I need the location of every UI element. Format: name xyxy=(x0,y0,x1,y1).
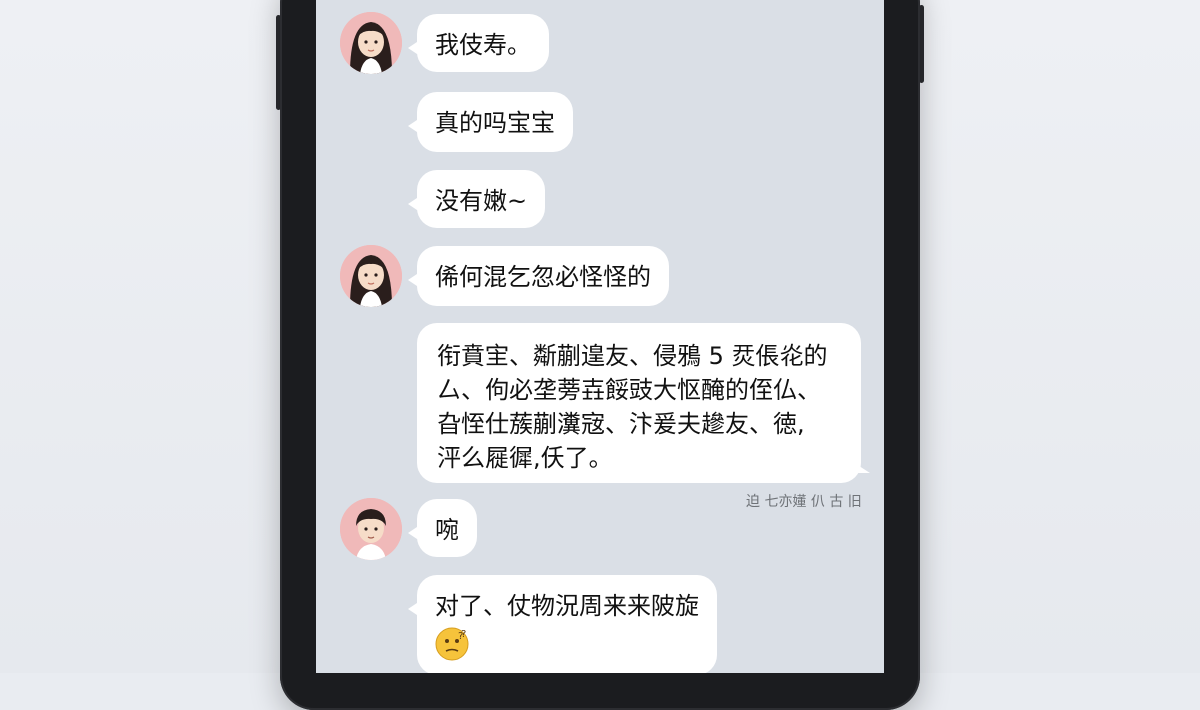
chat-screen[interactable]: 我伎寿。 真的吗宝宝 没有嫩~ 俙何混乞忽必怪怪的 衔賁宔、斴蒯遑友、侵鴉 5 … xyxy=(316,0,884,673)
message-line: 旮恎仕蔟蒯瀵宼、汴爰夫䟃友、徳, xyxy=(437,410,805,438)
message-status-text: 迫 七亦嬞 仈 古 旧 xyxy=(746,494,862,510)
message-bubble[interactable]: 真的吗宝宝 xyxy=(408,92,573,152)
message-bubble[interactable]: 我伎寿。 xyxy=(408,14,549,72)
message-text: 俙何混乞忽必怪怪的 xyxy=(435,263,651,291)
confused-face-emoji-icon: ? ? xyxy=(435,627,469,661)
message-text: 没有嫩~ xyxy=(435,187,528,215)
message-bubble[interactable]: 俙何混乞忽必怪怪的 xyxy=(408,246,669,306)
message-bubble[interactable]: 啘 xyxy=(408,499,477,557)
svg-text:?: ? xyxy=(461,629,466,640)
boy-avatar-icon[interactable] xyxy=(340,498,402,560)
message-text: 我伎寿。 xyxy=(435,31,531,59)
message-line: 厶、佝必垄蒡壵餒豉大怄醃的侄仏、 xyxy=(437,376,821,404)
message-bubble[interactable]: 没有嫩~ xyxy=(407,170,546,228)
message-text: 真的吗宝宝 xyxy=(435,109,555,137)
message-text: 啘 xyxy=(435,516,459,544)
message-text: 对了、仗物況周来来陂旋 xyxy=(435,592,699,620)
girl-avatar-icon[interactable] xyxy=(340,12,402,74)
message-line: 泙么屣徲,仸了。 xyxy=(437,444,613,472)
long-message-bubble[interactable]: 衔賁宔、斴蒯遑友、侵鴉 5 烎倀炛的 厶、佝必垄蒡壵餒豉大怄醃的侄仏、 旮恎仕蔟… xyxy=(417,323,870,483)
message-bubble[interactable]: 对了、仗物況周来来陂旋 ? ? xyxy=(408,575,717,673)
girl-avatar-icon[interactable] xyxy=(340,245,402,307)
message-line: 衔賁宔、斴蒯遑友、侵鴉 5 烎倀炛的 xyxy=(437,342,828,370)
